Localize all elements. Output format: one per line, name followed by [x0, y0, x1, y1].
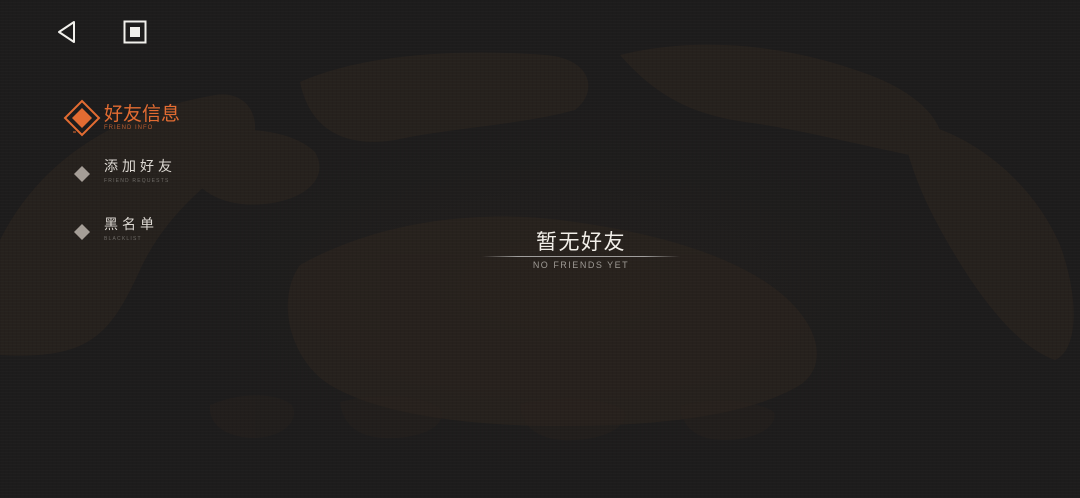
diamond-icon	[74, 224, 90, 240]
menu-item-label: 添加好友	[104, 159, 176, 175]
menu-item-friend-info[interactable]: 好友信息 FRIEND INFO	[60, 96, 260, 140]
stop-button[interactable]	[117, 14, 153, 50]
menu-item-sublabel: FRIEND REQUESTS	[104, 178, 170, 184]
active-diamond-icon	[63, 99, 101, 137]
empty-state-title: 暂无好友	[536, 230, 626, 254]
empty-state: 暂无好友 NO FRIENDS YET	[482, 228, 680, 270]
diamond-icon	[74, 166, 90, 182]
menu-item-blacklist[interactable]: 黑名单 BLACKLIST	[60, 210, 260, 254]
top-navigation	[0, 0, 1080, 64]
empty-state-subtitle: NO FRIENDS YET	[532, 260, 630, 270]
menu-item-label: 好友信息	[104, 103, 181, 125]
menu-item-friend-requests[interactable]: 添加好友 FRIEND REQUESTS	[60, 152, 260, 196]
back-button[interactable]	[49, 14, 85, 50]
back-triangle-icon	[58, 21, 75, 43]
stop-square-icon	[123, 20, 147, 44]
menu-item-sublabel: BLACKLIST	[104, 236, 142, 242]
menu-item-label: 黑名单	[104, 217, 158, 233]
menu-item-sublabel: FRIEND INFO	[104, 125, 154, 131]
divider	[482, 256, 680, 257]
